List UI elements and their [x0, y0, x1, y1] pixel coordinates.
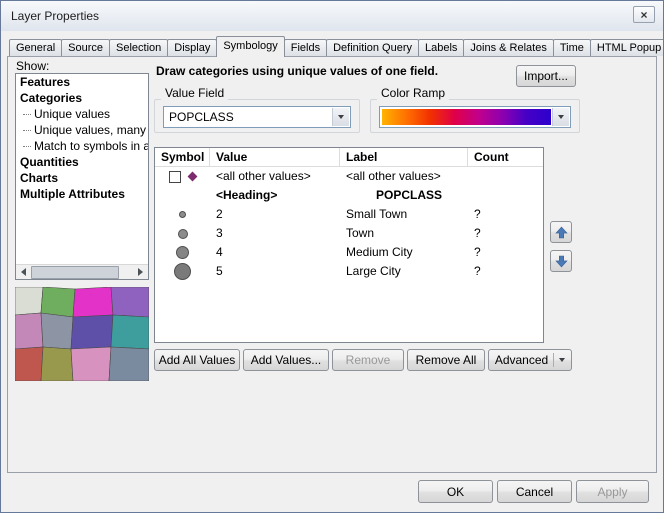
panel-description: Draw categories using unique values of o…: [156, 64, 512, 78]
close-icon: ×: [640, 9, 647, 21]
ok-button[interactable]: OK: [418, 480, 493, 503]
tab-labels[interactable]: Labels: [418, 39, 464, 56]
diamond-point-symbol-icon[interactable]: [188, 172, 198, 182]
tab-display[interactable]: Display: [167, 39, 217, 56]
label-cell: Town: [340, 224, 468, 243]
table-row-5[interactable]: 5 Large City ?: [155, 262, 543, 281]
dropdown-arrow-icon[interactable]: [552, 108, 569, 126]
column-header-label[interactable]: Label: [340, 148, 468, 166]
table-row-4[interactable]: 4 Medium City ?: [155, 243, 543, 262]
tab-fields[interactable]: Fields: [284, 39, 327, 56]
value-cell: 2: [210, 205, 340, 224]
tab-html-popup[interactable]: HTML Popup: [590, 39, 664, 56]
label-cell: Small Town: [340, 205, 468, 224]
scroll-left-arrow-icon[interactable]: [16, 265, 31, 280]
menu-arrow-icon: [559, 358, 565, 362]
tree-item-features[interactable]: Features: [16, 74, 148, 90]
tab-joins-relates[interactable]: Joins & Relates: [463, 39, 553, 56]
tree-item-multiple-attributes[interactable]: Multiple Attributes: [16, 186, 148, 202]
count-cell: ?: [468, 224, 543, 243]
table-row-3[interactable]: 3 Town ?: [155, 224, 543, 243]
column-header-value[interactable]: Value: [210, 148, 340, 166]
circle-symbol-icon[interactable]: [174, 263, 191, 280]
value-cell: <all other values>: [210, 167, 340, 186]
table-row-all-other-values[interactable]: <all other values> <all other values>: [155, 167, 543, 186]
value-cell: <Heading>: [210, 186, 340, 205]
label-cell: Medium City: [340, 243, 468, 262]
tree-item-charts[interactable]: Charts: [16, 170, 148, 186]
tab-bar: General Source Selection Display Symbolo…: [9, 36, 664, 57]
tab-general[interactable]: General: [9, 39, 62, 56]
tree-item-unique-values[interactable]: Unique values: [16, 106, 148, 122]
color-ramp-combobox[interactable]: [379, 106, 571, 128]
circle-symbol-icon[interactable]: [178, 229, 188, 239]
table-row-2[interactable]: 2 Small Town ?: [155, 205, 543, 224]
tab-definition-query[interactable]: Definition Query: [326, 39, 419, 56]
layer-properties-dialog: Layer Properties × General Source Select…: [0, 0, 664, 513]
all-other-values-checkbox[interactable]: [169, 171, 181, 183]
tree-horizontal-scrollbar[interactable]: [16, 264, 148, 279]
tab-symbology[interactable]: Symbology: [216, 36, 284, 57]
tab-time[interactable]: Time: [553, 39, 591, 56]
value-field-label: Value Field: [161, 86, 228, 100]
show-label: Show:: [16, 59, 49, 73]
move-up-button[interactable]: [550, 221, 572, 243]
remove-all-button[interactable]: Remove All: [407, 349, 485, 371]
column-header-count[interactable]: Count: [468, 148, 543, 166]
dropdown-arrow-icon[interactable]: [332, 108, 349, 126]
label-cell: Large City: [340, 262, 468, 281]
value-cell: 5: [210, 262, 340, 281]
value-cell: 4: [210, 243, 340, 262]
count-cell: ?: [468, 243, 543, 262]
remove-button[interactable]: Remove: [332, 349, 404, 371]
value-field-group: Value Field POPCLASS: [154, 99, 360, 133]
import-button[interactable]: Import...: [516, 65, 576, 87]
show-tree: Features Categories Unique values Unique…: [15, 73, 149, 280]
value-cell: 3: [210, 224, 340, 243]
circle-symbol-icon[interactable]: [179, 211, 186, 218]
scrollbar-thumb[interactable]: [31, 266, 119, 279]
titlebar[interactable]: Layer Properties ×: [1, 1, 663, 31]
symbol-table: Symbol Value Label Count <all other valu…: [154, 147, 544, 343]
button-divider: [553, 353, 554, 367]
advanced-button-label: Advanced: [495, 353, 548, 367]
tab-source[interactable]: Source: [61, 39, 110, 56]
tree-item-unique-values-many[interactable]: Unique values, many: [16, 122, 148, 138]
circle-symbol-icon[interactable]: [176, 246, 189, 259]
move-down-button[interactable]: [550, 250, 572, 272]
add-all-values-button[interactable]: Add All Values: [154, 349, 240, 371]
table-header: Symbol Value Label Count: [155, 148, 543, 167]
count-cell: ?: [468, 205, 543, 224]
scroll-right-arrow-icon[interactable]: [133, 265, 148, 280]
advanced-button[interactable]: Advanced: [488, 349, 572, 371]
label-cell: <all other values>: [340, 167, 468, 186]
tree-item-categories[interactable]: Categories: [16, 90, 148, 106]
value-field-value: POPCLASS: [169, 107, 234, 127]
window-title: Layer Properties: [11, 9, 99, 23]
color-ramp-preview: [382, 109, 551, 125]
symbology-preview-map: [15, 287, 149, 381]
count-cell: ?: [468, 262, 543, 281]
label-cell: POPCLASS: [340, 186, 468, 205]
color-ramp-group: Color Ramp: [370, 99, 580, 133]
tab-selection[interactable]: Selection: [109, 39, 168, 56]
up-arrow-icon: [555, 226, 568, 239]
value-field-combobox[interactable]: POPCLASS: [163, 106, 351, 128]
cancel-button[interactable]: Cancel: [497, 480, 572, 503]
tree-item-quantities[interactable]: Quantities: [16, 154, 148, 170]
down-arrow-icon: [555, 255, 568, 268]
color-ramp-label: Color Ramp: [377, 86, 449, 100]
table-row-heading[interactable]: <Heading> POPCLASS: [155, 186, 543, 205]
apply-button[interactable]: Apply: [576, 480, 649, 503]
tree-item-match-to-symbols[interactable]: Match to symbols in a: [16, 138, 148, 154]
symbology-tab-panel: Show: Features Categories Unique values …: [7, 56, 657, 473]
column-header-symbol[interactable]: Symbol: [155, 148, 210, 166]
add-values-button[interactable]: Add Values...: [243, 349, 329, 371]
close-button[interactable]: ×: [633, 6, 655, 23]
